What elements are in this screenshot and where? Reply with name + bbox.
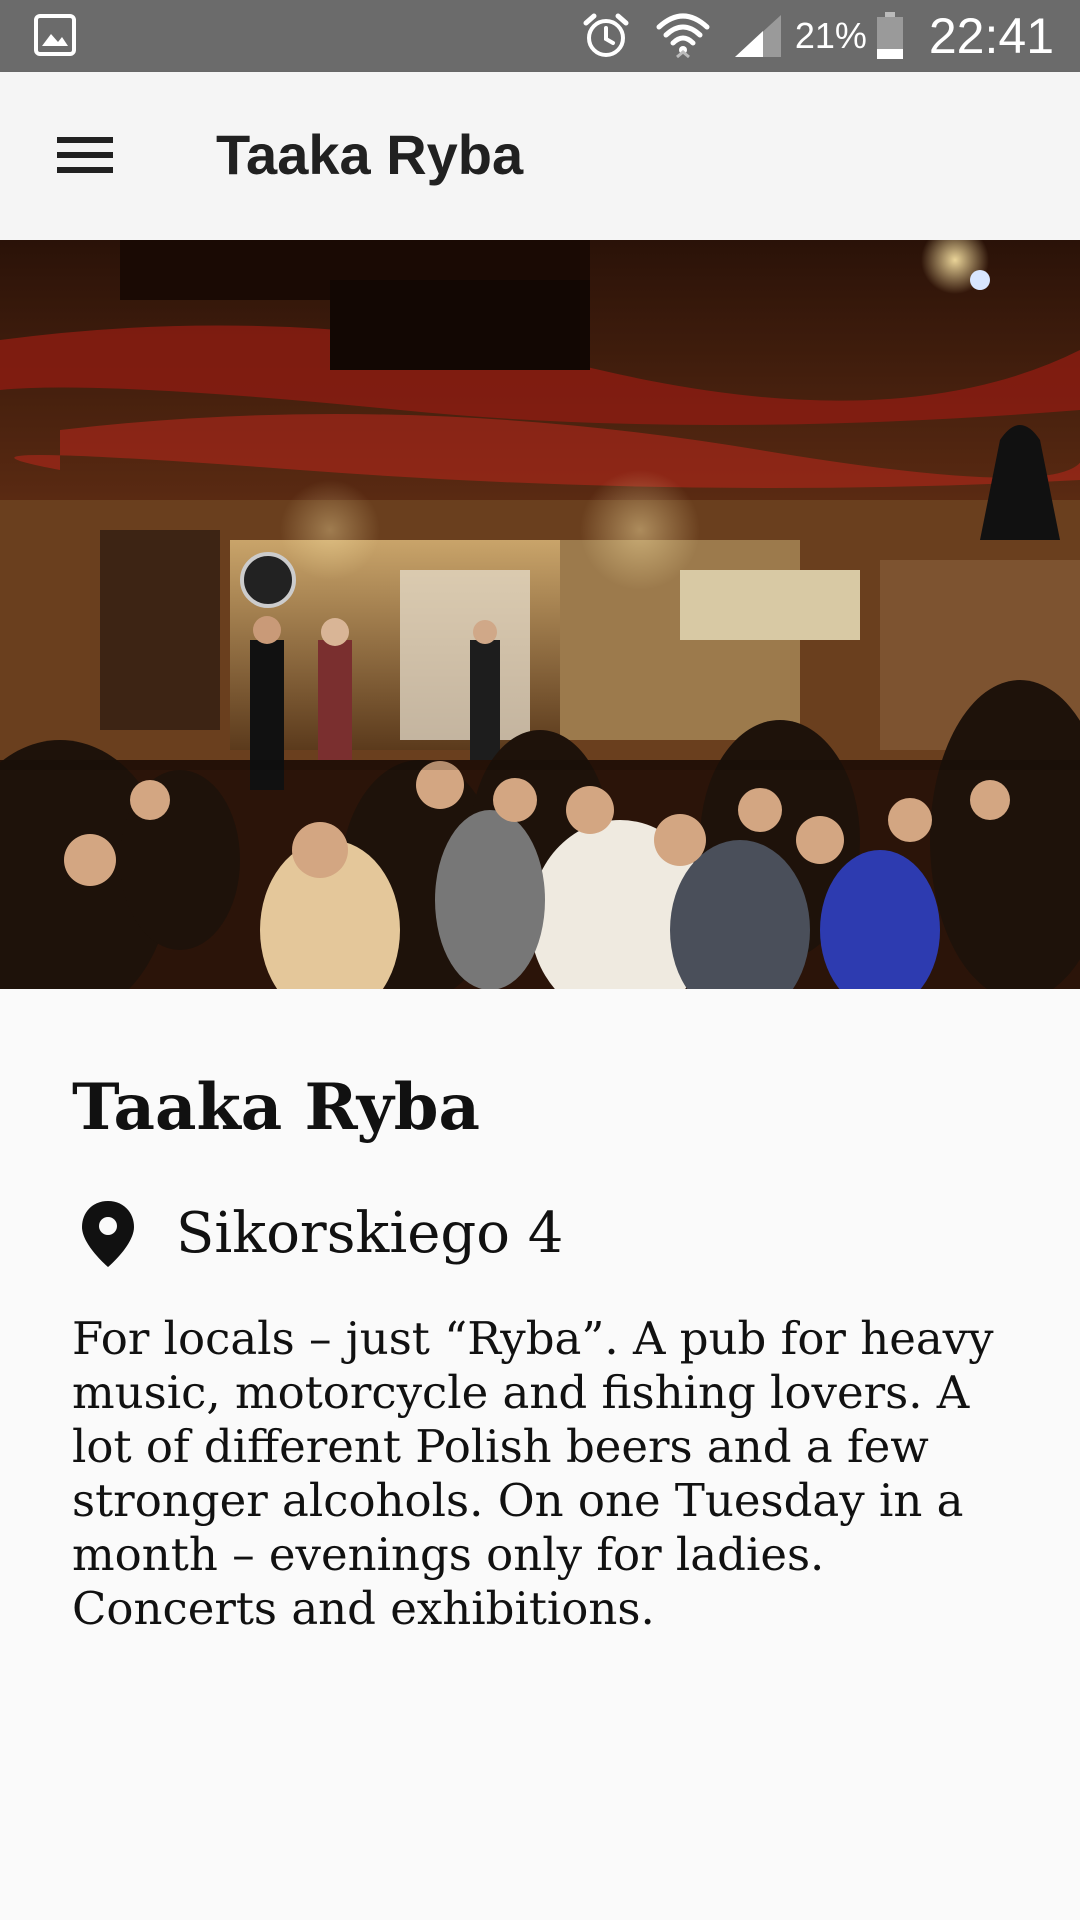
place-name: Taaka Ryba [72, 1070, 480, 1145]
wifi-icon [655, 11, 711, 61]
menu-button[interactable] [40, 112, 130, 202]
battery-icon [875, 11, 905, 61]
alarm-icon [581, 11, 631, 61]
place-details: Taaka Ryba Sikorskiego 4 For locals – ju… [72, 1050, 1032, 1681]
status-bar: 21% 22:41 [0, 0, 1080, 72]
app-title: Taaka Ryba [216, 123, 524, 186]
hero-image [0, 240, 1080, 989]
signal-icon [733, 13, 783, 59]
address-row[interactable]: Sikorskiego 4 [72, 1194, 1032, 1274]
battery-percent: 21% [794, 15, 867, 56]
hamburger-menu-icon [57, 135, 113, 179]
description: For locals – just “Ryba”. A pub for heav… [72, 1312, 994, 1635]
gallery-icon [34, 14, 76, 56]
status-icons: 21% 22:41 [581, 0, 1054, 72]
clock: 22:41 [928, 8, 1054, 64]
address: Sikorskiego 4 [176, 1201, 564, 1266]
location-pin-icon [78, 1199, 138, 1269]
app-bar: Taaka Ryba [0, 72, 1080, 240]
